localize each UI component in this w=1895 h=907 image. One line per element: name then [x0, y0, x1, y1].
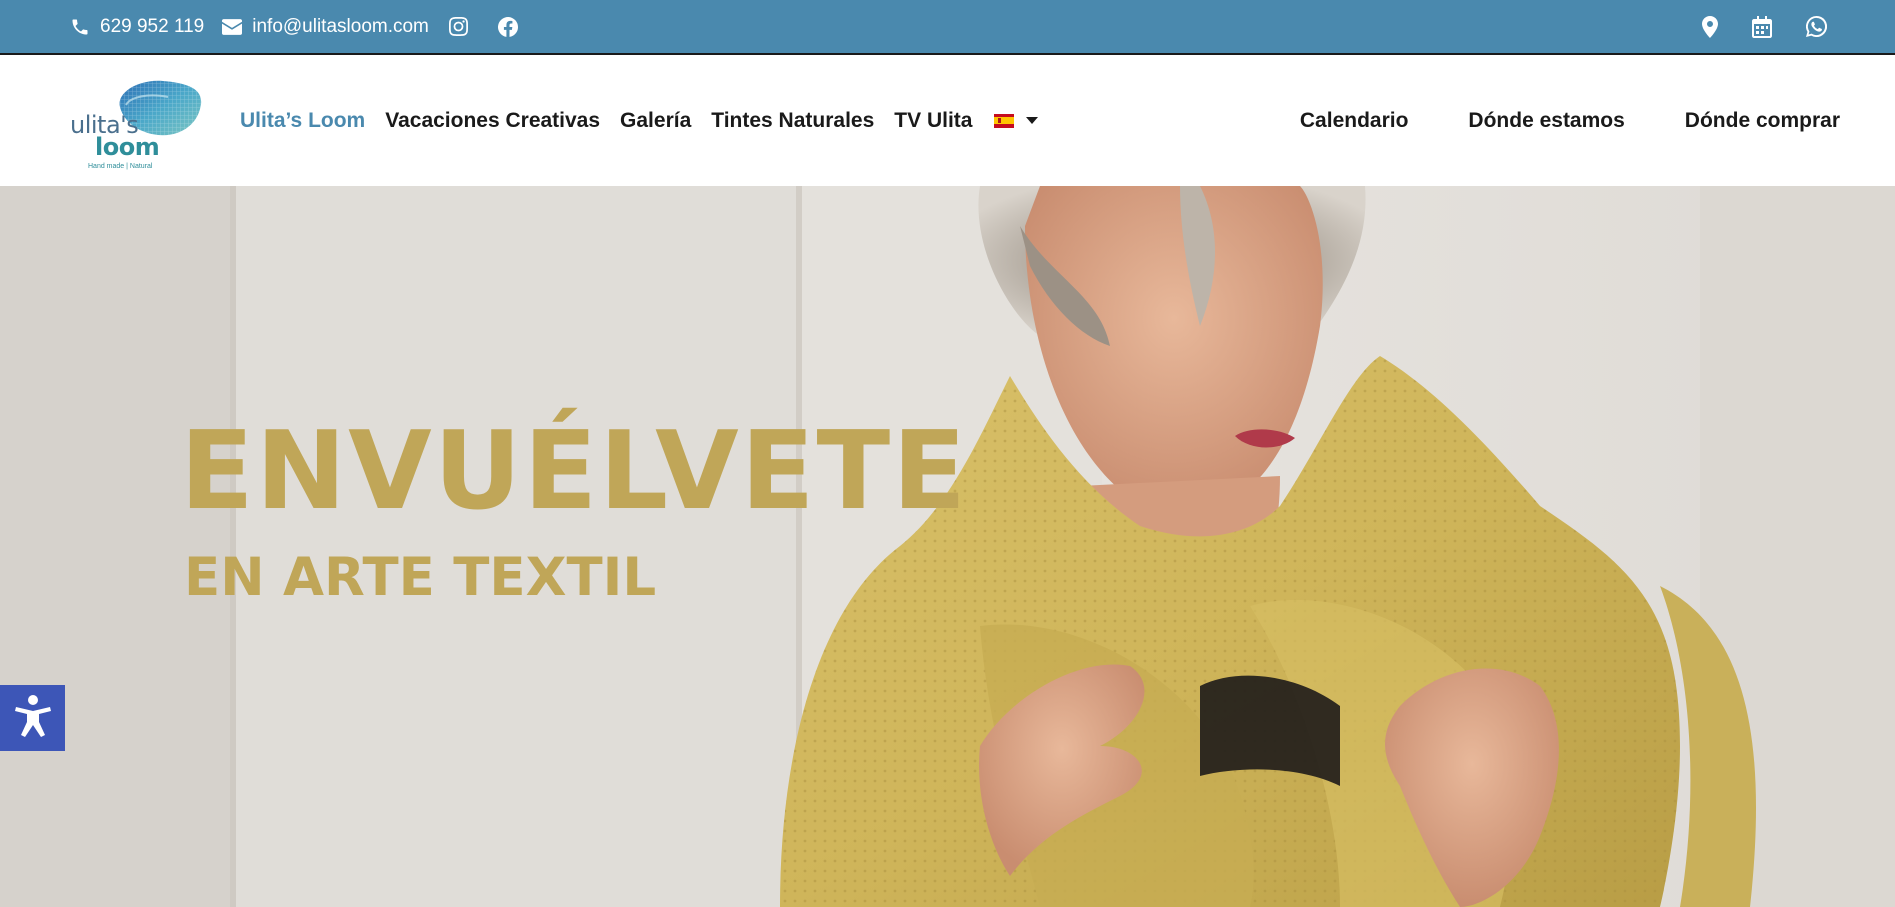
instagram-link[interactable]	[448, 17, 468, 36]
site-header: ulita's loom Hand made | Natural Ulita’s…	[0, 55, 1895, 186]
hero-subtitle: EN ARTE TEXTIL	[184, 547, 657, 608]
accessibility-icon	[14, 694, 52, 742]
language-switcher[interactable]	[994, 113, 1039, 128]
main-nav: Ulita’s Loom Vacaciones Creativas Galerí…	[240, 55, 1039, 186]
nav-item-tintes-naturales[interactable]: Tintes Naturales	[711, 109, 874, 133]
logo-tagline: Hand made | Natural	[88, 163, 153, 170]
facebook-link[interactable]	[497, 16, 518, 37]
hero-title: ENVUÉLVETE	[180, 409, 968, 534]
facebook-icon	[497, 16, 518, 37]
nav-item-galeria[interactable]: Galería	[620, 109, 691, 133]
instagram-icon	[448, 17, 468, 36]
logo-text-loom: loom	[95, 133, 160, 161]
nav-item-donde-estamos[interactable]: Dónde estamos	[1468, 109, 1624, 133]
calendar-icon	[1752, 15, 1772, 38]
location-link[interactable]	[1702, 15, 1718, 38]
email-link[interactable]: info@ulitasloom.com	[222, 16, 429, 38]
chevron-down-icon	[1026, 117, 1039, 124]
email-address: info@ulitasloom.com	[252, 15, 429, 37]
phone-number: 629 952 119	[100, 15, 205, 37]
phone-icon	[70, 17, 100, 37]
accessibility-button[interactable]	[0, 685, 65, 751]
whatsapp-link[interactable]	[1806, 16, 1827, 37]
phone-link[interactable]: 629 952 119	[70, 16, 204, 38]
calendar-link[interactable]	[1752, 15, 1772, 38]
es-flag-icon	[994, 113, 1015, 128]
whatsapp-icon	[1806, 16, 1827, 37]
top-bar: 629 952 119 info@ulitasloom.com	[0, 0, 1895, 55]
nav-item-donde-comprar[interactable]: Dónde comprar	[1685, 109, 1840, 133]
mail-icon	[222, 18, 252, 35]
quick-icons	[1702, 0, 1827, 53]
map-pin-icon	[1702, 15, 1718, 38]
nav-item-tv-ulita[interactable]: TV Ulita	[894, 109, 972, 133]
site-logo[interactable]: ulita's loom Hand made | Natural	[68, 75, 210, 170]
secondary-nav: Calendario Dónde estamos Dónde comprar	[1300, 55, 1840, 186]
nav-item-vacaciones-creativas[interactable]: Vacaciones Creativas	[385, 109, 600, 133]
hero-banner: ENVUÉLVETE EN ARTE TEXTIL	[0, 186, 1895, 907]
nav-item-ulitas-loom[interactable]: Ulita’s Loom	[240, 109, 365, 133]
nav-item-calendario[interactable]: Calendario	[1300, 109, 1409, 133]
woman-with-scarf-photo	[780, 186, 1756, 907]
contact-links: 629 952 119 info@ulitasloom.com	[70, 16, 518, 38]
